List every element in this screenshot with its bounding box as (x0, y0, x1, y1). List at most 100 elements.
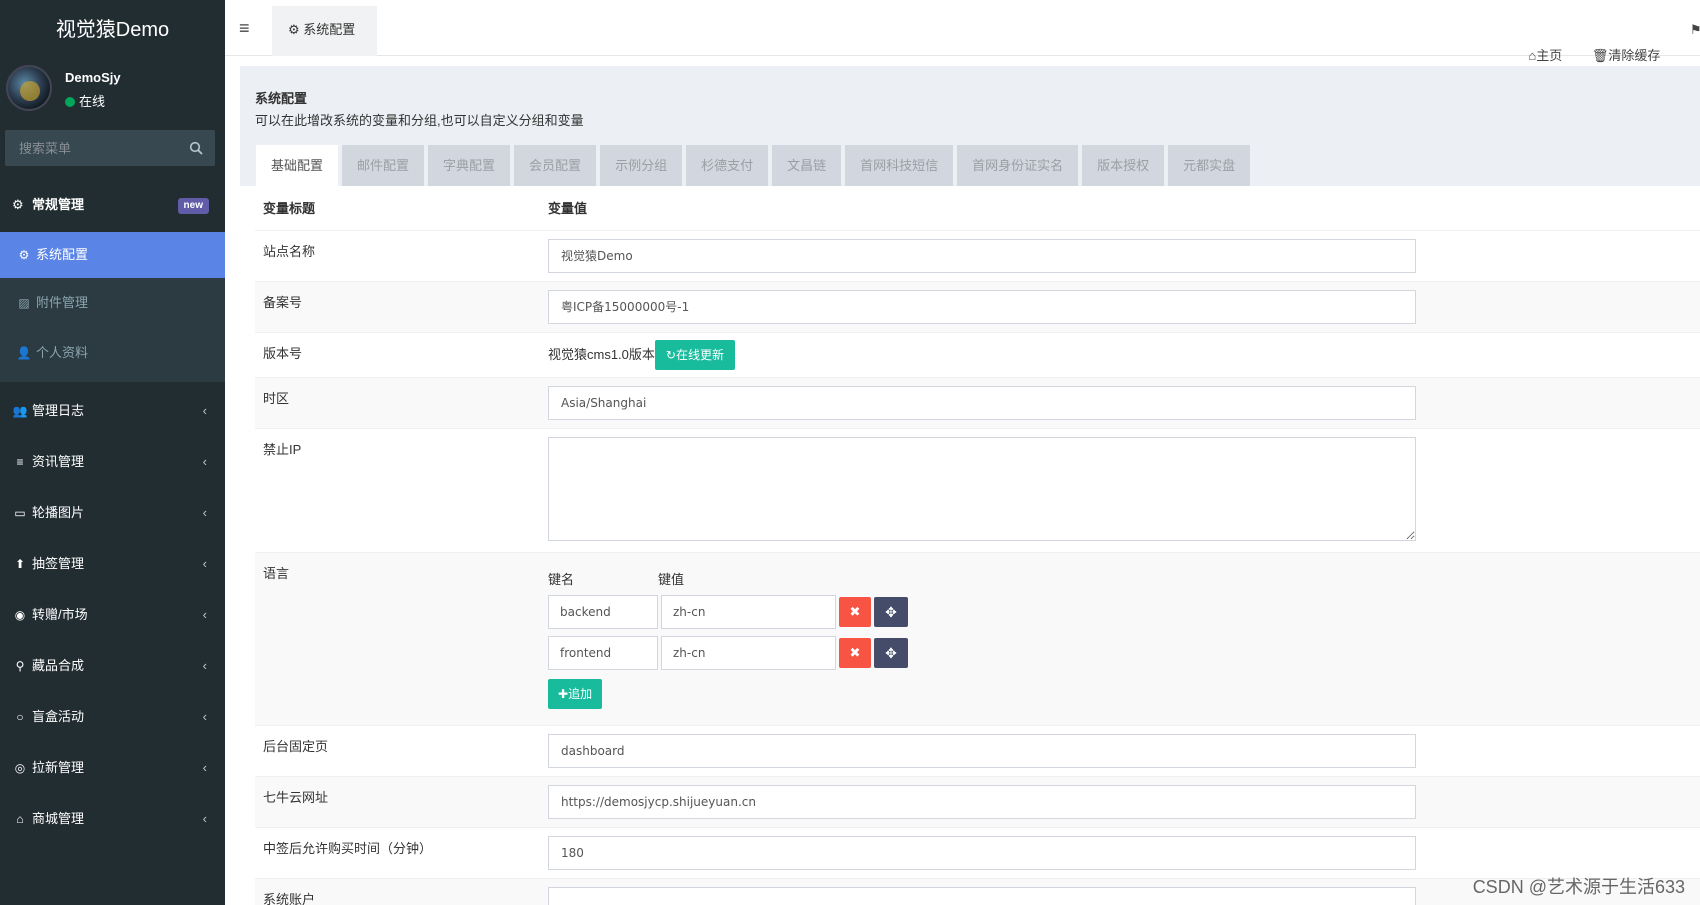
menu-group-general[interactable]: ⚙ 常规管理 new (0, 185, 225, 225)
beian-input[interactable] (548, 289, 1416, 324)
menu-item-label: 藏品合成 (32, 658, 85, 673)
row-label: 七牛云网址 (255, 775, 548, 827)
menu-item-news[interactable]: ≡ 资讯管理 ‹ (0, 436, 225, 487)
tab-yuandu[interactable]: 元都实盘 (1168, 145, 1251, 186)
drag-row-handle[interactable]: ✥ (874, 596, 908, 627)
site-name-input[interactable] (548, 238, 1416, 273)
next-row-input[interactable] (548, 886, 1416, 905)
gear-icon: ⚙ (18, 248, 30, 262)
chevron-left-icon: ‹ (202, 709, 207, 724)
kv-row: ✖ ✥ (548, 635, 1700, 677)
row-value: 键名 键值 ✖ ✥ ✖ ✥ ✚追加 (548, 551, 1700, 725)
cogs-icon: ⚙ (12, 197, 24, 212)
search-icon[interactable] (189, 141, 203, 155)
table-row: 版本号 视觉猿cms1.0版本 ↻在线更新 (255, 331, 1700, 377)
menu-item-label: 转赠/市场 (32, 607, 88, 622)
menu-item-synthesis[interactable]: ⚲ 藏品合成 ‹ (0, 640, 225, 691)
row-value (548, 280, 1700, 332)
page-tab-label: 系统配置 (303, 22, 356, 37)
row-label: 系统账户 (255, 877, 548, 905)
tab-sande-pay[interactable]: 杉德支付 (686, 145, 769, 186)
tab-dictionary[interactable]: 字典配置 (428, 145, 511, 186)
language-icon[interactable]: ⚑ (1690, 0, 1700, 60)
menu-item-label: 拉新管理 (32, 760, 85, 775)
config-tabs: 基础配置 邮件配置 字典配置 会员配置 示例分组 杉德支付 文昌链 首网科技短信 首网身份证实名… (256, 145, 1254, 186)
timezone-input[interactable] (548, 385, 1416, 420)
kv-value-input[interactable] (661, 635, 836, 670)
menu-search-input[interactable] (5, 130, 175, 166)
menu-item-lottery[interactable]: ⬆ 抽签管理 ‹ (0, 538, 225, 589)
buy-time-input[interactable] (548, 835, 1416, 870)
qiniu-url-input[interactable] (548, 784, 1416, 819)
menu-item-label: 附件管理 (36, 295, 89, 310)
user-circle-icon: ◎ (14, 761, 26, 775)
chevron-left-icon: ‹ (202, 403, 207, 418)
add-row-button[interactable]: ✚追加 (548, 678, 603, 709)
tab-example[interactable]: 示例分组 (600, 145, 683, 186)
table-row: 语言 键名 键值 ✖ ✥ ✖ ✥ (255, 551, 1700, 725)
sidebar-toggle-icon[interactable]: ≡ (239, 18, 250, 38)
row-label: 禁止IP (255, 427, 548, 552)
table-row: 备案号 (255, 280, 1700, 332)
row-value (548, 826, 1700, 878)
chevron-left-icon: ‹ (202, 658, 207, 673)
menu-item-shop[interactable]: ⌂ 商城管理 ‹ (0, 793, 225, 844)
tab-email[interactable]: 邮件配置 (342, 145, 425, 186)
add-row-label: 追加 (568, 686, 593, 701)
tab-member[interactable]: 会员配置 (514, 145, 597, 186)
kv-key-input[interactable] (548, 594, 658, 629)
fixed-page-input[interactable] (548, 733, 1416, 768)
plus-icon: ✚ (558, 686, 569, 701)
row-label: 备案号 (255, 280, 548, 332)
app-logo[interactable]: 视觉猿Demo (0, 0, 225, 60)
tab-license[interactable]: 版本授权 (1082, 145, 1165, 186)
drag-row-handle[interactable]: ✥ (874, 637, 908, 668)
chevron-left-icon: ‹ (202, 556, 207, 571)
tab-wenchang-chain[interactable]: 文昌链 (772, 145, 842, 186)
forbidden-ip-textarea[interactable] (548, 436, 1416, 541)
online-update-button[interactable]: ↻在线更新 (654, 339, 735, 370)
menu-item-blind-box[interactable]: ○ 盲盒活动 ‹ (0, 691, 225, 742)
top-header: ≡ ⚙ 系统配置 ⌂主页 🗑清除缓存 ⚑ (225, 0, 1700, 63)
menu-item-system-config[interactable]: ⚙ 系统配置 (0, 232, 225, 278)
menu-item-referral[interactable]: ◎ 拉新管理 ‹ (0, 742, 225, 793)
menu-item-admin-log[interactable]: 👥 管理日志 ‹ (0, 385, 225, 436)
motorcycle-icon: ⚲ (15, 659, 25, 673)
row-value (548, 376, 1700, 428)
menu-search (5, 130, 215, 166)
user-icon: 👤 (16, 346, 32, 360)
move-icon: ✥ (885, 644, 897, 661)
menu-item-banners[interactable]: ▭ 轮播图片 ‹ (0, 487, 225, 538)
trash-icon: 🗑 (1591, 48, 1609, 63)
tab-sms[interactable]: 首网科技短信 (845, 145, 954, 186)
card-icon: ▭ (14, 506, 26, 520)
page-tab-system-config[interactable]: ⚙ 系统配置 (272, 6, 377, 56)
row-label: 版本号 (255, 331, 548, 377)
table-header-row: 变量标题 变量值 (255, 186, 1700, 230)
row-value: 视觉猿cms1.0版本 ↻在线更新 (548, 331, 1700, 377)
home-label: 主页 (1536, 48, 1563, 63)
remove-row-button[interactable]: ✖ (839, 637, 871, 668)
menu-item-attachments[interactable]: ▨ 附件管理 (0, 278, 225, 328)
row-label: 语言 (255, 551, 548, 725)
circle-icon: ○ (16, 710, 24, 724)
menu-item-label: 轮播图片 (32, 505, 85, 520)
row-value (548, 229, 1700, 281)
menu-item-label: 资讯管理 (32, 454, 85, 469)
table-row: 七牛云网址 (255, 775, 1700, 827)
tab-id-verify[interactable]: 首网身份证实名 (957, 145, 1079, 186)
kv-key-input[interactable] (548, 635, 658, 670)
tab-basic[interactable]: 基础配置 (256, 145, 339, 186)
user-panel: DemoSjy 在线 (0, 60, 225, 125)
menu-item-market[interactable]: ◉ 转赠/市场 ‹ (0, 589, 225, 640)
menu-item-label: 个人资料 (36, 345, 89, 360)
table-row: 中签后允许购买时间（分钟） (255, 826, 1700, 878)
arrow-circle-icon: ⬆ (14, 557, 26, 571)
menu-item-profile[interactable]: 👤 个人资料 (0, 328, 225, 378)
home-icon: ⌂ (16, 812, 24, 826)
kv-value-input[interactable] (661, 594, 836, 629)
remove-row-button[interactable]: ✖ (839, 596, 871, 627)
refresh-icon: ↻ (665, 347, 676, 362)
table-row: 后台固定页 (255, 724, 1700, 776)
submenu: ▨ 附件管理 👤 个人资料 (0, 278, 225, 382)
